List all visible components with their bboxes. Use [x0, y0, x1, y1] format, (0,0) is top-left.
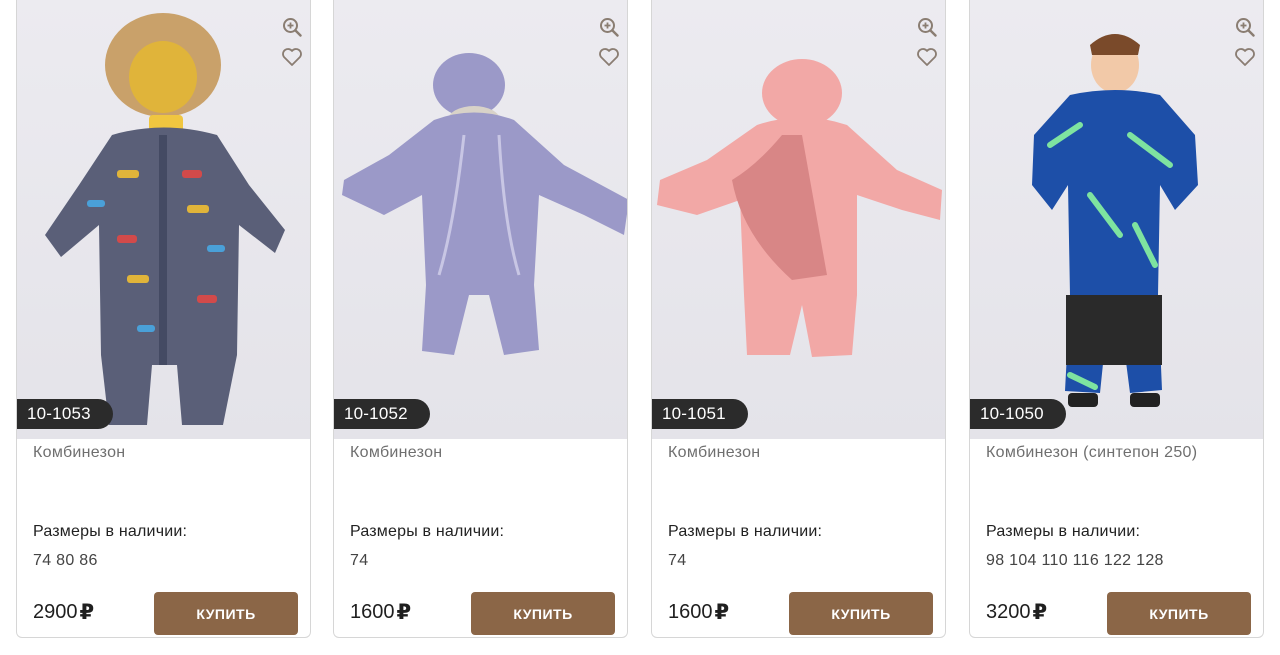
- sizes-value: 74: [668, 552, 687, 569]
- heart-outline-icon[interactable]: [915, 45, 939, 69]
- product-name[interactable]: Комбинезон (синтепон 250): [986, 444, 1197, 462]
- product-card: 10-1050 Комбинезон (синтепон 250) Размер…: [969, 0, 1264, 638]
- product-card: 10-1051 Комбинезон Размеры в наличии: 74…: [651, 0, 946, 638]
- snowsuit-image: [657, 59, 942, 357]
- sizes-value: 98 104 110 116 122 128: [986, 552, 1164, 569]
- product-photo[interactable]: 10-1053: [17, 0, 310, 439]
- zoom-in-icon[interactable]: [597, 15, 621, 39]
- sizes-label: Размеры в наличии:: [350, 523, 505, 540]
- product-grid: 10-1053 Комбинезон Размеры в наличии: 74…: [0, 0, 1280, 655]
- snowsuit-image: [45, 13, 285, 425]
- sizes-label: Размеры в наличии:: [986, 523, 1141, 540]
- sku-badge: 10-1051: [652, 399, 748, 429]
- product-card: 10-1052 Комбинезон Размеры в наличии: 74…: [333, 0, 628, 638]
- ruble-icon: ₽: [396, 601, 412, 624]
- price: 1600 ₽: [668, 600, 729, 625]
- buy-button[interactable]: КУПИТЬ: [471, 592, 615, 635]
- sizes-label: Размеры в наличии:: [33, 523, 188, 540]
- ruble-icon: ₽: [79, 601, 95, 624]
- buy-button[interactable]: КУПИТЬ: [154, 592, 298, 635]
- zoom-in-icon[interactable]: [1233, 15, 1257, 39]
- ruble-icon: ₽: [1032, 601, 1048, 624]
- product-name[interactable]: Комбинезон: [668, 444, 760, 462]
- product-card: 10-1053 Комбинезон Размеры в наличии: 74…: [16, 0, 311, 638]
- price-value: 3200: [986, 601, 1031, 623]
- price: 2900 ₽: [33, 600, 94, 625]
- buy-button[interactable]: КУПИТЬ: [1107, 592, 1251, 635]
- heart-outline-icon[interactable]: [1233, 45, 1257, 69]
- sizes-value: 74: [350, 552, 369, 569]
- sizes-value: 74 80 86: [33, 552, 98, 569]
- price-value: 2900: [33, 601, 78, 623]
- price-value: 1600: [668, 601, 713, 623]
- sizes-label: Размеры в наличии:: [668, 523, 823, 540]
- product-name[interactable]: Комбинезон: [33, 444, 125, 462]
- product-name[interactable]: Комбинезон: [350, 444, 442, 462]
- ruble-icon: ₽: [714, 601, 730, 624]
- buy-button[interactable]: КУПИТЬ: [789, 592, 933, 635]
- snowsuit-image: [342, 53, 627, 355]
- price-value: 1600: [350, 601, 395, 623]
- child-snowsuit-image: [1032, 34, 1198, 407]
- price: 3200 ₽: [986, 600, 1047, 625]
- price: 1600 ₽: [350, 600, 411, 625]
- sku-badge: 10-1052: [334, 399, 430, 429]
- product-photo[interactable]: 10-1051: [652, 0, 945, 439]
- zoom-in-icon[interactable]: [280, 15, 304, 39]
- heart-outline-icon[interactable]: [597, 45, 621, 69]
- zoom-in-icon[interactable]: [915, 15, 939, 39]
- product-photo[interactable]: 10-1050: [970, 0, 1263, 439]
- product-photo[interactable]: 10-1052: [334, 0, 627, 439]
- sku-badge: 10-1053: [17, 399, 113, 429]
- heart-outline-icon[interactable]: [280, 45, 304, 69]
- sku-badge: 10-1050: [970, 399, 1066, 429]
